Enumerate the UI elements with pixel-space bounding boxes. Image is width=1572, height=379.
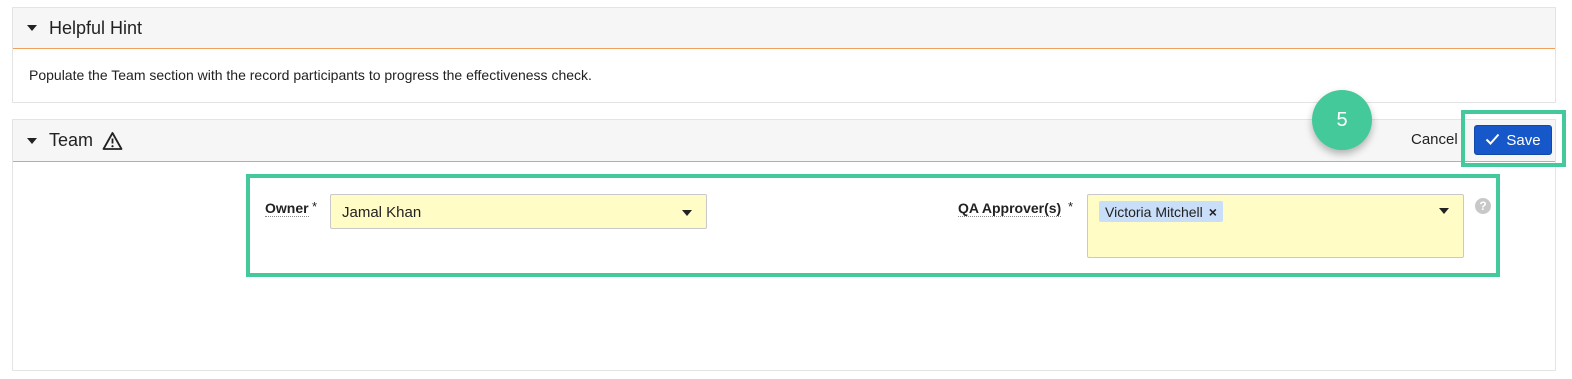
helpful-hint-title: Helpful Hint <box>49 17 143 38</box>
save-highlight-frame <box>1461 110 1566 167</box>
step-number-badge: 5 <box>1312 90 1372 150</box>
helpful-hint-text: Populate the Team section with the recor… <box>29 67 592 83</box>
fields-highlight-frame <box>246 174 1500 277</box>
team-title: Team <box>49 130 94 150</box>
warning-icon <box>102 131 123 151</box>
helpful-hint-panel: Helpful Hint Populate the Team section w… <box>12 7 1556 103</box>
helpful-hint-header[interactable]: Helpful Hint <box>13 8 1555 49</box>
caret-down-icon[interactable] <box>27 25 37 31</box>
caret-down-icon[interactable] <box>27 137 37 144</box>
cancel-button[interactable]: Cancel <box>1411 131 1458 148</box>
